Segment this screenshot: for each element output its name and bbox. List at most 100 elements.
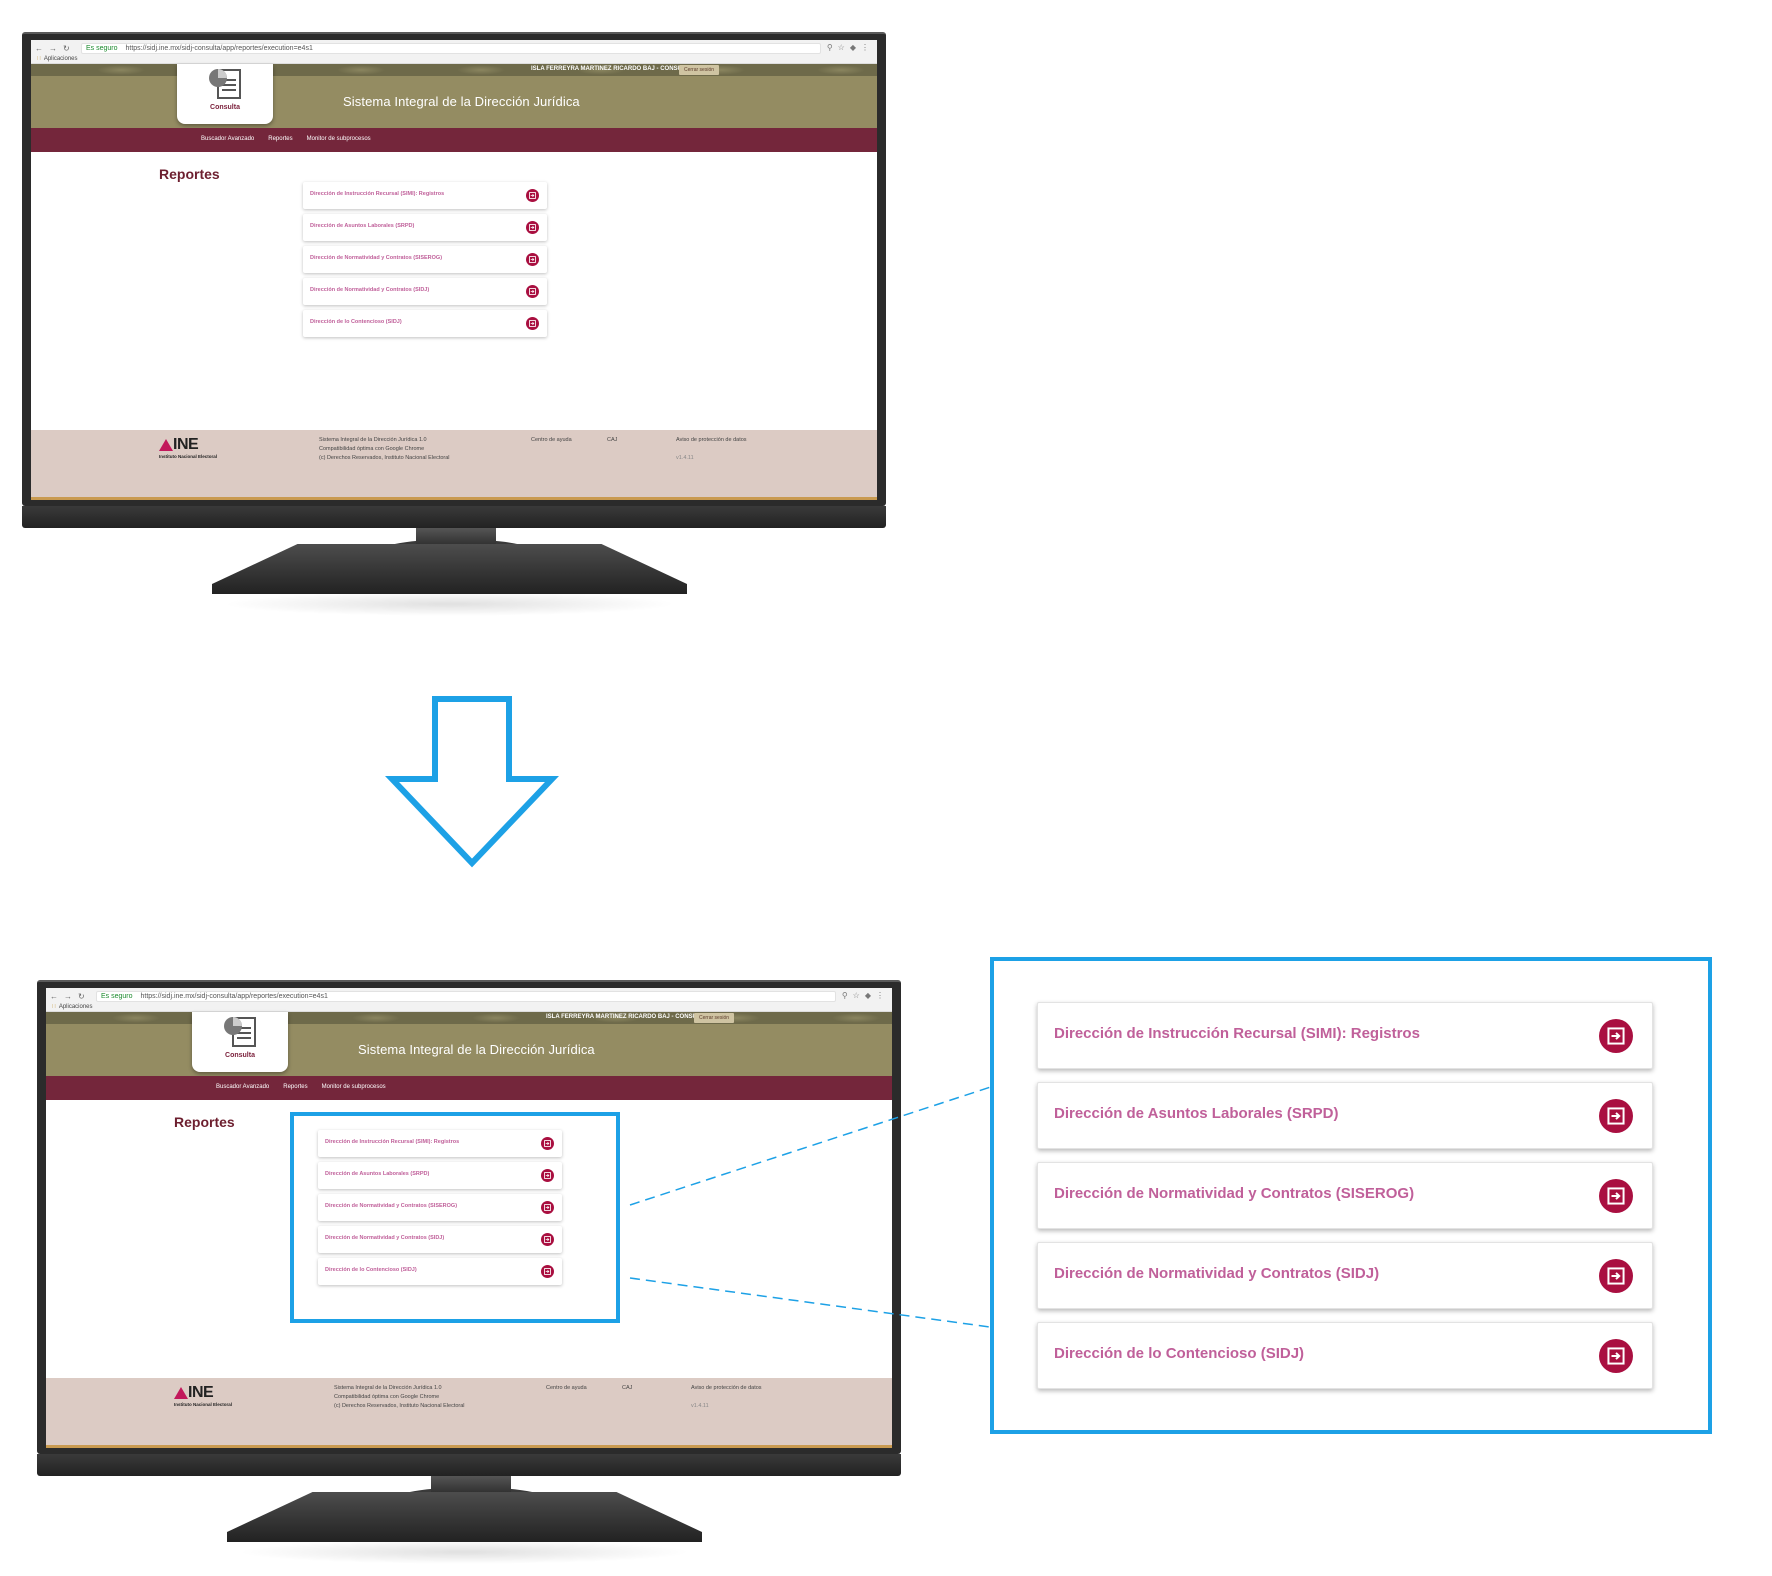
browser-tools: ⚲ ☆ ◆ ⋮ xyxy=(827,43,869,52)
nav-item-buscador[interactable]: Buscador Avanzado xyxy=(216,1084,269,1090)
exit-arrow-icon[interactable] xyxy=(1599,1019,1633,1053)
bookmarks-bar: ∷ Aplicaciones xyxy=(52,1003,93,1010)
secure-label: Es seguro xyxy=(86,45,118,52)
exit-arrow-icon[interactable] xyxy=(1599,1339,1633,1373)
extension-icon[interactable]: ◆ xyxy=(850,43,856,52)
forward-icon[interactable]: → xyxy=(64,992,72,1001)
caj-link[interactable]: CAJ xyxy=(607,436,617,445)
zoom-panel: Dirección de Instrucción Recursal (SIMI)… xyxy=(990,957,1712,1434)
url-text: https://sidj.ine.mx/sidj-consulta/app/re… xyxy=(125,45,313,52)
report-label: Dirección de Normatividad y Contratos (S… xyxy=(310,255,443,261)
zoomed-report-list: Dirección de Instrucción Recursal (SIMI)… xyxy=(1037,1002,1653,1402)
star-icon[interactable]: ☆ xyxy=(838,43,845,52)
monitor-shadow xyxy=(237,1540,692,1564)
browser-chrome: ← → ↻ Es seguro https://sidj.ine.mx/sidj… xyxy=(31,40,877,64)
exit-arrow-icon[interactable] xyxy=(526,221,539,234)
nav-item-reportes[interactable]: Reportes xyxy=(268,136,292,142)
exit-arrow-icon[interactable] xyxy=(1599,1259,1633,1293)
monitor-base xyxy=(227,1492,702,1542)
reload-icon[interactable]: ↻ xyxy=(63,44,70,53)
apps-icon[interactable]: ∷ xyxy=(52,1004,56,1010)
star-icon[interactable]: ☆ xyxy=(853,991,860,1000)
privacy-link[interactable]: Aviso de protección de datos xyxy=(691,1384,762,1393)
back-icon[interactable]: ← xyxy=(35,44,43,53)
report-item-siserog[interactable]: Dirección de Normatividad y Contratos (S… xyxy=(303,246,547,273)
logout-button[interactable]: Cerrar sesión xyxy=(679,65,720,75)
screen: ← → ↻ Es seguro https://sidj.ine.mx/sidj… xyxy=(31,40,877,500)
bookmarks-bar: ∷ Aplicaciones xyxy=(37,55,78,62)
footer-line-3: (c) Derechos Reservados, Instituto Nacio… xyxy=(334,1403,465,1409)
exit-arrow-icon[interactable] xyxy=(526,285,539,298)
privacy-link[interactable]: Aviso de protección de datos xyxy=(676,436,747,445)
nav-item-reportes[interactable]: Reportes xyxy=(283,1084,307,1090)
ine-subtitle: Instituto Nacional Electoral xyxy=(159,454,218,459)
address-bar[interactable]: Es seguro https://sidj.ine.mx/sidj-consu… xyxy=(96,991,836,1002)
apps-icon[interactable]: ∷ xyxy=(37,56,41,62)
apps-label[interactable]: Aplicaciones xyxy=(59,1004,93,1010)
menu-icon[interactable]: ⋮ xyxy=(861,43,869,52)
nav-item-monitor[interactable]: Monitor de subprocesos xyxy=(322,1084,386,1090)
main-nav: Buscador Avanzado Reportes Monitor de su… xyxy=(46,1076,892,1100)
reload-icon[interactable]: ↻ xyxy=(78,992,85,1001)
footer-accent-line xyxy=(46,1445,892,1448)
version-text: v1.4.11 xyxy=(676,455,694,461)
zoom-report-item-simi[interactable]: Dirección de Instrucción Recursal (SIMI)… xyxy=(1037,1002,1653,1069)
site-header: Sistema Integral de la Dirección Jurídic… xyxy=(46,1024,892,1076)
zoom-icon[interactable]: ⚲ xyxy=(827,43,833,52)
apps-label[interactable]: Aplicaciones xyxy=(44,56,78,62)
report-label: Dirección de lo Contencioso (SIDJ) xyxy=(310,319,402,325)
zoom-report-item-srpd[interactable]: Dirección de Asuntos Laborales (SRPD) xyxy=(1037,1082,1653,1149)
version-text: v1.4.11 xyxy=(691,1403,709,1409)
down-arrow-icon xyxy=(385,696,559,868)
footer-info: Sistema Integral de la Dirección Jurídic… xyxy=(319,436,450,463)
footer-line-2: Compatibilidad óptima con Google Chrome xyxy=(319,446,425,452)
extension-icon[interactable]: ◆ xyxy=(865,991,871,1000)
report-item-srpd[interactable]: Dirección de Asuntos Laborales (SRPD) xyxy=(303,214,547,241)
ine-wordmark: INE xyxy=(188,1384,214,1401)
report-label: Dirección de Instrucción Recursal (SIMI)… xyxy=(310,191,445,197)
address-bar[interactable]: Es seguro https://sidj.ine.mx/sidj-consu… xyxy=(81,43,821,54)
zoom-report-item-siserog[interactable]: Dirección de Normatividad y Contratos (S… xyxy=(1037,1162,1653,1229)
monitor-shadow xyxy=(222,592,677,616)
monitor-base xyxy=(212,544,687,594)
help-link[interactable]: Centro de ayuda xyxy=(546,1384,587,1393)
document-chart-icon xyxy=(224,1017,256,1047)
user-bar: ISLA FERREYRA MARTINEZ RICARDO BAJ - CON… xyxy=(46,1012,892,1024)
footer-accent-line xyxy=(31,497,877,500)
footer-info: Sistema Integral de la Dirección Jurídic… xyxy=(334,1384,465,1411)
user-bar: ISLA FERREYRA MARTINEZ RICARDO BAJ - CON… xyxy=(31,64,877,76)
secure-label: Es seguro xyxy=(101,993,133,1000)
exit-arrow-icon[interactable] xyxy=(526,317,539,330)
report-item-sidj-normatividad[interactable]: Dirección de Normatividad y Contratos (S… xyxy=(303,278,547,305)
exit-arrow-icon[interactable] xyxy=(1599,1179,1633,1213)
consulta-logo: Consulta xyxy=(192,1012,288,1072)
nav-item-monitor[interactable]: Monitor de subprocesos xyxy=(307,136,371,142)
exit-arrow-icon[interactable] xyxy=(526,189,539,202)
caj-link[interactable]: CAJ xyxy=(622,1384,632,1393)
site-title: Sistema Integral de la Dirección Jurídic… xyxy=(343,94,580,109)
forward-icon[interactable]: → xyxy=(49,44,57,53)
report-label: Dirección de Instrucción Recursal (SIMI)… xyxy=(1054,1025,1420,1042)
exit-arrow-icon[interactable] xyxy=(1599,1099,1633,1133)
report-label: Dirección de Normatividad y Contratos (S… xyxy=(1054,1185,1415,1202)
report-item-sidj-contencioso[interactable]: Dirección de lo Contencioso (SIDJ) xyxy=(303,310,547,337)
footer-line-3: (c) Derechos Reservados, Instituto Nacio… xyxy=(319,455,450,461)
ine-wordmark: INE xyxy=(173,436,199,453)
back-icon[interactable]: ← xyxy=(50,992,58,1001)
monitor-neck-upper xyxy=(431,1476,511,1494)
zoom-report-item-sidj-contencioso[interactable]: Dirección de lo Contencioso (SIDJ) xyxy=(1037,1322,1653,1389)
zoom-report-item-sidj-normatividad[interactable]: Dirección de Normatividad y Contratos (S… xyxy=(1037,1242,1653,1309)
menu-icon[interactable]: ⋮ xyxy=(876,991,884,1000)
logo-label: Consulta xyxy=(210,104,240,111)
nav-item-buscador[interactable]: Buscador Avanzado xyxy=(201,136,254,142)
help-link[interactable]: Centro de ayuda xyxy=(531,436,572,445)
browser-nav: ← → ↻ xyxy=(35,44,70,53)
zoom-icon[interactable]: ⚲ xyxy=(842,991,848,1000)
site-title: Sistema Integral de la Dirección Jurídic… xyxy=(358,1042,595,1057)
monitor-neck-upper xyxy=(416,528,496,546)
report-item-simi[interactable]: Dirección de Instrucción Recursal (SIMI)… xyxy=(303,182,547,209)
ine-logo: INE Instituto Nacional Electoral xyxy=(174,1384,250,1407)
site-footer: INE Instituto Nacional Electoral Sistema… xyxy=(31,430,877,500)
exit-arrow-icon[interactable] xyxy=(526,253,539,266)
logout-button[interactable]: Cerrar sesión xyxy=(694,1013,735,1023)
